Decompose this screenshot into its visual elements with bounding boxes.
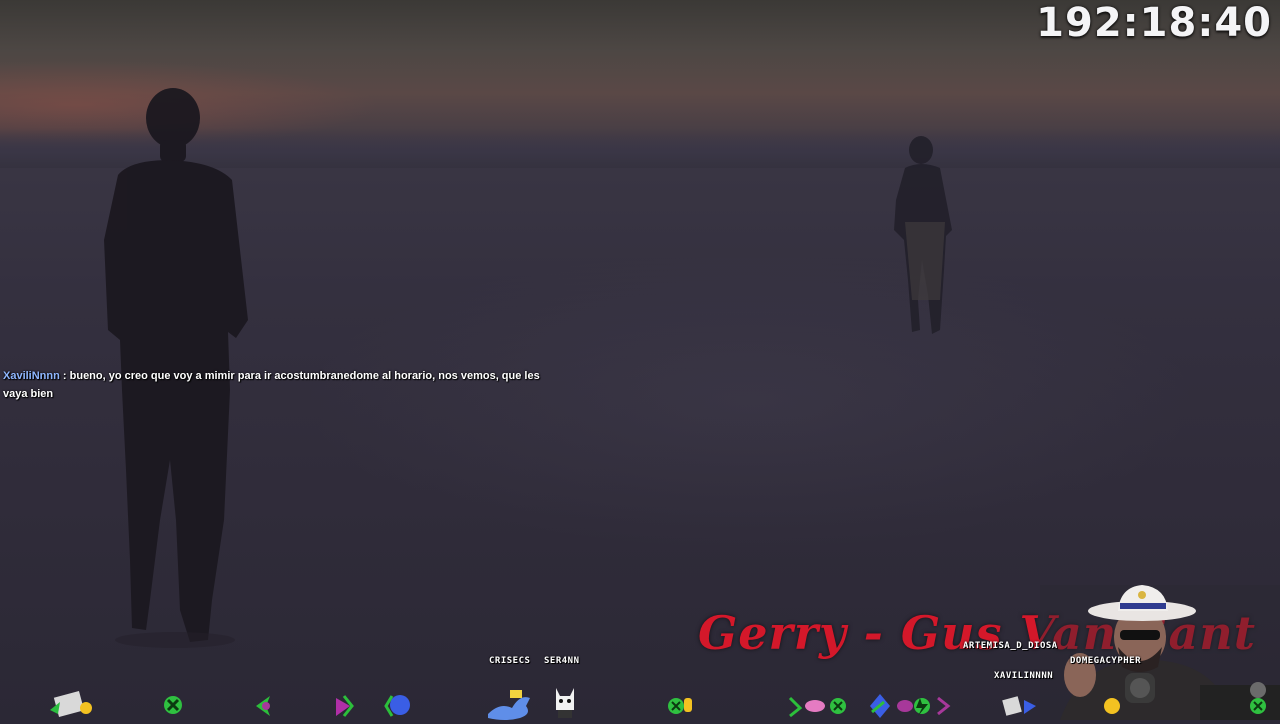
viewer-tag-xavilinnnn: XAVILINNNN [994, 671, 1054, 681]
chat-message: XaviliNnnn : bueno, yo creo que voy a mi… [3, 367, 543, 403]
stream-timer: 192:18:40 [1036, 0, 1272, 46]
green-arrow-icon [256, 696, 270, 716]
white-ghost-icon [556, 688, 574, 718]
chat-username: XaviliNnnn [3, 370, 60, 382]
chat-text: : bueno, yo creo que voy a mimir para ir… [3, 370, 540, 400]
viewer-tag-ser4nn: SER4NN [544, 656, 580, 666]
viewer-tag-crisecs: CRISECS [489, 656, 531, 666]
blue-dragon-icon [488, 690, 530, 720]
gift-icon [50, 690, 92, 718]
viewer-tag-artemisa: ARTEMISA_D_DIOSA [963, 641, 1058, 651]
green-circle-icon [164, 696, 182, 714]
green-bolt-icon [914, 696, 951, 716]
blue-crystal-icon [870, 694, 913, 718]
green-yellow-icon [668, 698, 692, 714]
emote-bar [50, 688, 1266, 720]
purple-arrow-icon [336, 695, 354, 717]
pink-gem-icon [788, 696, 846, 718]
viewer-tag-megacypher: DOMEGACYPHER [1070, 656, 1142, 666]
blue-pink-orb-icon [384, 695, 410, 717]
